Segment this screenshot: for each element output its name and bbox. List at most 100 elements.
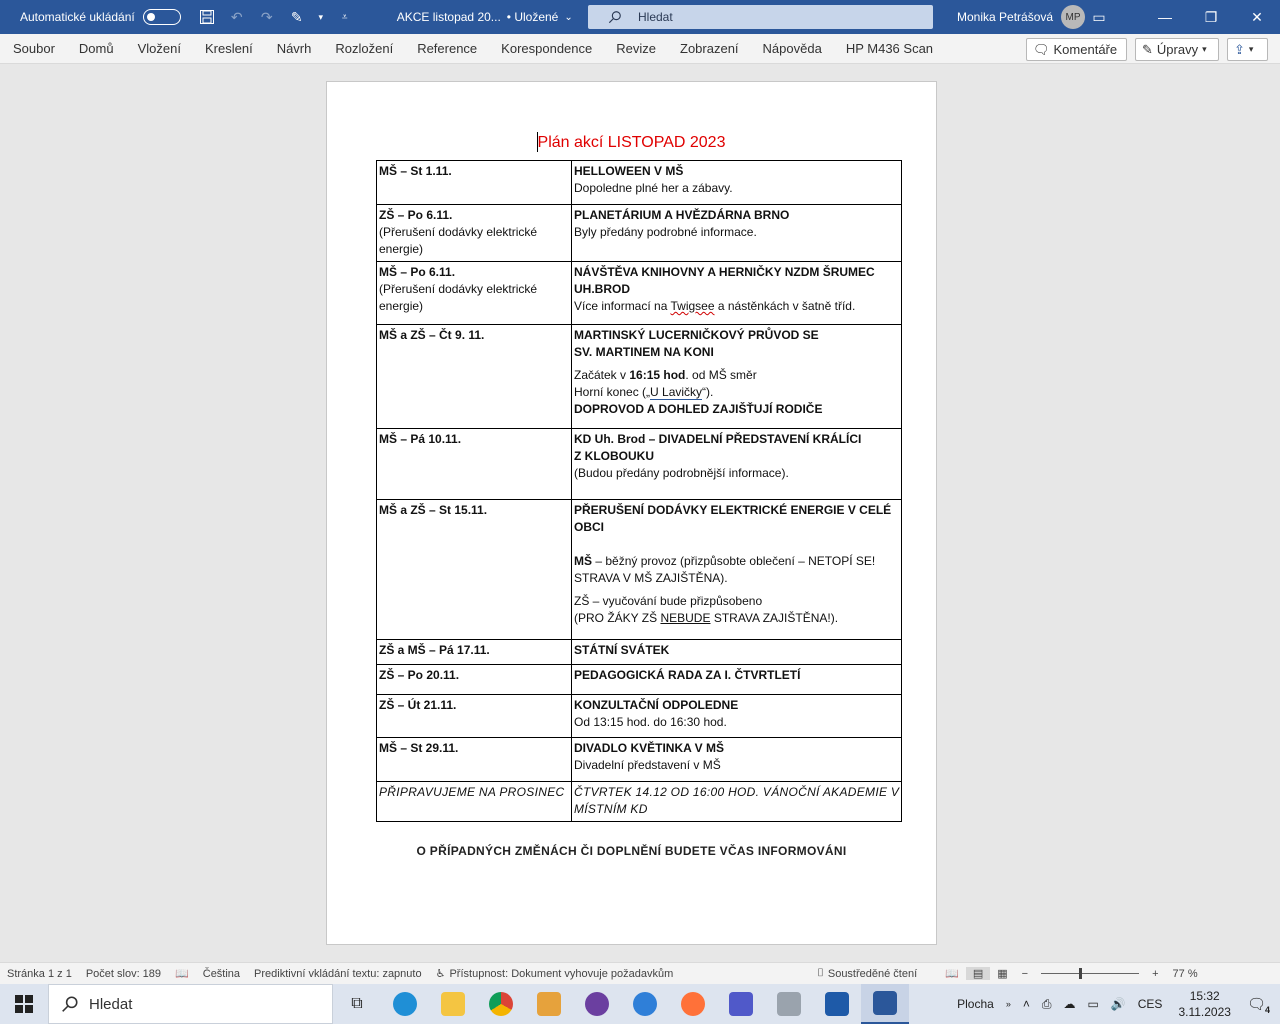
save-icon[interactable] <box>195 5 219 29</box>
tab-domu[interactable]: Domů <box>67 34 126 64</box>
edge-icon[interactable] <box>381 984 429 1024</box>
events-table[interactable]: MŠ – St 1.11. HELLOWEEN V MŠ Dopoledne pl… <box>376 160 902 822</box>
clock[interactable]: 15:32 3.11.2023 <box>1168 988 1241 1020</box>
accessibility-status[interactable]: ♿ Přístupnost: Dokument vyhovuje požadav… <box>429 967 681 981</box>
expand-icon[interactable]: » <box>1000 999 1017 1009</box>
customize-toolbar-icon[interactable]: ⩡ <box>333 5 357 29</box>
clock-date: 3.11.2023 <box>1178 1005 1231 1019</box>
date-cell[interactable]: PŘIPRAVUJEME NA PROSINEC <box>376 781 572 822</box>
zoom-level[interactable]: 77 % <box>1166 968 1205 980</box>
event-cell[interactable]: MARTINSKÝ LUCERNIČKOVÝ PRŮVOD SE SV. MAR… <box>571 324 902 429</box>
date-cell[interactable]: MŠ – St 1.11. <box>376 160 572 205</box>
date-cell[interactable]: ZŠ – Po 6.11. (Přerušení dodávky elektric… <box>376 204 572 262</box>
predictive-text-status[interactable]: Prediktivní vkládání textu: zapnuto <box>247 968 429 980</box>
tab-korespondence[interactable]: Korespondence <box>489 34 604 64</box>
draw-pen-icon[interactable]: ✎ <box>285 5 309 29</box>
chevron-up-icon[interactable]: ˄ <box>1017 997 1036 1011</box>
undo-icon[interactable]: ↶ <box>225 5 249 29</box>
word-icon[interactable] <box>861 984 909 1024</box>
restore-icon[interactable]: ❐ <box>1188 0 1234 34</box>
desktop-label[interactable]: Plocha <box>951 997 1000 1011</box>
event-cell[interactable]: PŘERUŠENÍ DODÁVKY ELEKTRICKÉ ENERGIE V C… <box>571 499 902 640</box>
search-input[interactable]: Hledat <box>588 5 933 29</box>
word-count[interactable]: Počet slov: 189 <box>79 968 168 980</box>
tab-soubor[interactable]: Soubor <box>1 34 67 64</box>
focus-mode-button[interactable]: ⌷ Soustředěné čtení <box>810 967 924 980</box>
teams-icon[interactable] <box>717 984 765 1024</box>
input-language[interactable]: CES <box>1132 997 1169 1011</box>
misspelled-word[interactable]: Twigsee <box>671 299 715 313</box>
tab-kresleni[interactable]: Kreslení <box>193 34 265 64</box>
event-cell[interactable]: PLANETÁRIUM A HVĚZDÁRNA BRNO Byly předány… <box>571 204 902 262</box>
underlined-place-name[interactable]: U Lavičky <box>650 385 703 400</box>
file-explorer-icon[interactable] <box>429 984 477 1024</box>
redo-icon[interactable]: ↷ <box>255 5 279 29</box>
document-page[interactable]: Plán akcí LISTOPAD 2023 MŠ – St 1.11. HE… <box>326 81 937 945</box>
task-view-icon[interactable]: ⧉ <box>333 984 381 1024</box>
tab-rozlozeni[interactable]: Rozložení <box>323 34 405 64</box>
tab-zobrazeni[interactable]: Zobrazení <box>668 34 751 64</box>
minimize-icon[interactable]: — <box>1142 0 1188 34</box>
chart-app-icon[interactable] <box>813 984 861 1024</box>
vpn-shield-icon[interactable] <box>573 984 621 1024</box>
cloud-icon[interactable]: ☁ <box>1057 997 1081 1011</box>
date-cell[interactable]: ZŠ – Út 21.11. <box>376 694 572 738</box>
autosave-toggle[interactable] <box>142 9 181 25</box>
underlined-word: NEBUDE <box>660 611 711 625</box>
chrome-icon[interactable] <box>477 984 525 1024</box>
event-cell[interactable]: NÁVŠTĚVA KNIHOVNY A HERNIČKY NZDM ŠRUMEC… <box>571 261 902 325</box>
comments-button[interactable]: 🗨 Komentáře <box>1026 38 1127 61</box>
date-cell[interactable]: ZŠ – Po 20.11. <box>376 664 572 695</box>
page-count[interactable]: Stránka 1 z 1 <box>0 968 79 980</box>
editing-mode-button[interactable]: ✎ Úpravy ▾ <box>1135 38 1219 61</box>
tab-hp-scan[interactable]: HP M436 Scan <box>834 34 945 64</box>
start-button[interactable] <box>0 984 48 1024</box>
print-layout-icon[interactable]: ▤ <box>965 967 991 980</box>
printer-app-icon[interactable] <box>765 984 813 1024</box>
table-row: ZŠ – Út 21.11. KONZULTAČNÍ ODPOLEDNE Od 1… <box>376 694 902 738</box>
tab-vlozeni[interactable]: Vložení <box>126 34 193 64</box>
document-title[interactable]: AKCE listopad 20... • Uložené ⌄ <box>397 10 573 24</box>
tab-napoveda[interactable]: Nápověda <box>751 34 834 64</box>
event-cell[interactable]: KD Uh. Brod – DIVADELNÍ PŘEDSTAVENÍ KRÁL… <box>571 428 902 500</box>
event-cell[interactable]: ČTVRTEK 14.12 OD 16:00 HOD. VÁNOČNÍ AKAD… <box>571 781 902 822</box>
date-cell[interactable]: ZŠ a MŠ – Pá 17.11. <box>376 639 572 665</box>
media-player-icon[interactable] <box>525 984 573 1024</box>
table-row: MŠ – St 29.11. DIVADLO KVĚTINKA V MŠ Diva… <box>376 737 902 782</box>
web-layout-icon[interactable]: ▦ <box>990 967 1014 980</box>
date-cell[interactable]: MŠ a ZŠ – Čt 9. 11. <box>376 324 572 429</box>
event-cell[interactable]: PEDAGOGICKÁ RADA ZA I. ČTVRTLETÍ <box>571 664 902 695</box>
read-mode-icon[interactable]: 📖 <box>938 967 966 980</box>
zoom-in-button[interactable]: + <box>1145 968 1165 980</box>
window-controls: ▭ — ❐ ✕ <box>1076 0 1280 34</box>
event-cell[interactable]: DIVADLO KVĚTINKA V MŠ Divadelní představe… <box>571 737 902 782</box>
zoom-out-button[interactable]: − <box>1015 968 1035 980</box>
tab-navrh[interactable]: Návrh <box>265 34 324 64</box>
event-cell[interactable]: KONZULTAČNÍ ODPOLEDNE Od 13:15 hod. do 16… <box>571 694 902 738</box>
taskbar-search[interactable]: Hledat <box>48 984 333 1024</box>
network-icon[interactable]: ▭ <box>1081 997 1104 1011</box>
ribbon-display-icon[interactable]: ▭ <box>1076 0 1122 34</box>
date-cell[interactable]: MŠ a ZŠ – St 15.11. <box>376 499 572 640</box>
proofing-icon[interactable]: 📖 <box>168 967 196 980</box>
volume-icon[interactable]: 🔊 <box>1105 997 1132 1011</box>
date-cell[interactable]: MŠ – St 29.11. <box>376 737 572 782</box>
autosave-label: Automatické ukládání <box>20 10 135 24</box>
event-cell[interactable]: HELLOWEEN V MŠ Dopoledne plné her a zábav… <box>571 160 902 205</box>
event-cell[interactable]: STÁTNÍ SVÁTEK <box>571 639 902 665</box>
user-account[interactable]: Monika Petrášová MP <box>957 0 1086 34</box>
date-cell[interactable]: MŠ – Po 6.11. (Přerušení dodávky elektric… <box>376 261 572 325</box>
tab-revize[interactable]: Revize <box>604 34 668 64</box>
share-button[interactable]: ⇪ ▾ <box>1227 38 1268 61</box>
close-icon[interactable]: ✕ <box>1234 0 1280 34</box>
chevron-down-icon[interactable]: ▾ <box>315 5 327 29</box>
tab-reference[interactable]: Reference <box>405 34 489 64</box>
firefox-icon[interactable] <box>669 984 717 1024</box>
language[interactable]: Čeština <box>196 968 247 980</box>
document-canvas[interactable]: Plán akcí LISTOPAD 2023 MŠ – St 1.11. HE… <box>0 64 1280 962</box>
zoom-slider[interactable] <box>1041 968 1140 979</box>
notifications-icon[interactable]: 🗨 4 <box>1241 995 1272 1015</box>
meet-now-icon[interactable]: ⎙ <box>1036 997 1058 1012</box>
browser-icon[interactable] <box>621 984 669 1024</box>
date-cell[interactable]: MŠ – Pá 10.11. <box>376 428 572 500</box>
